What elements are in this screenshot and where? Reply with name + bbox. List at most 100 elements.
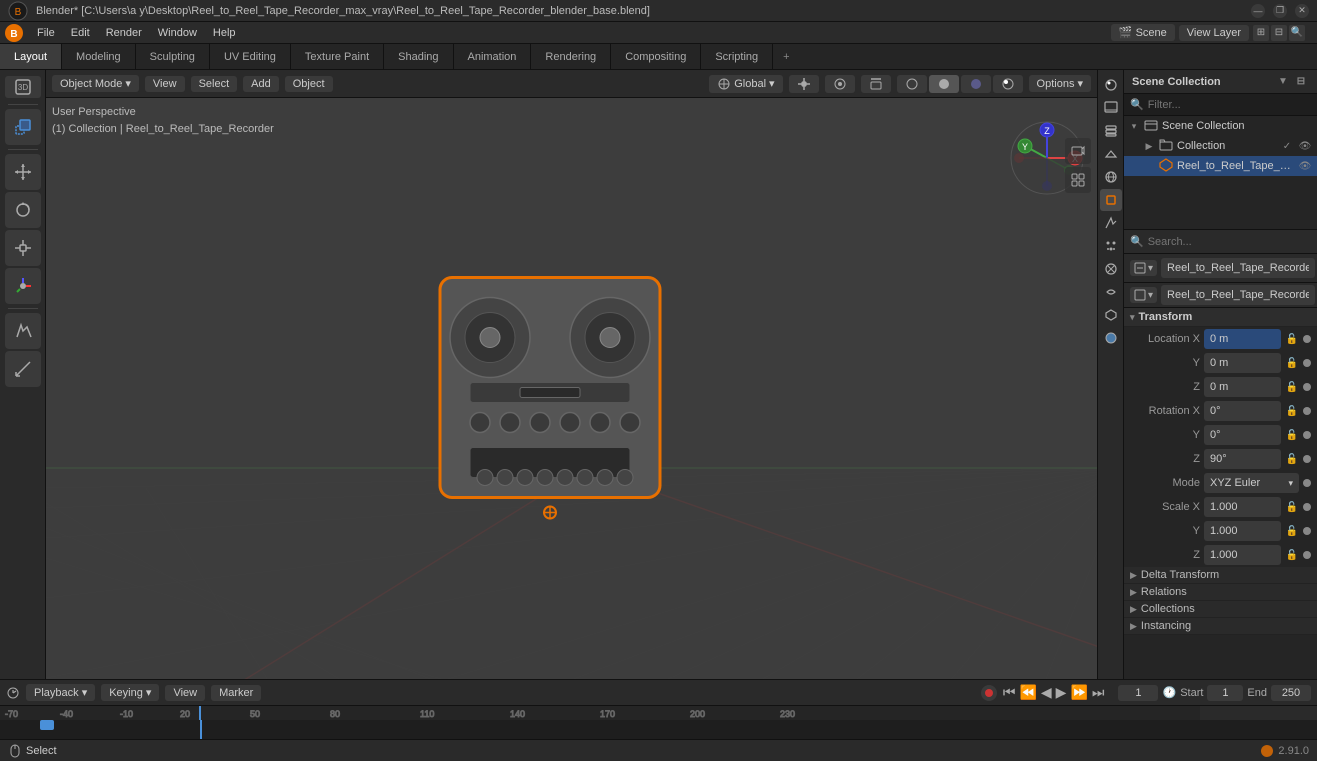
- end-frame-input[interactable]: 250: [1271, 685, 1311, 701]
- tab-animation[interactable]: Animation: [454, 44, 532, 69]
- location-x-value[interactable]: 0 m: [1204, 329, 1281, 349]
- measure-tool[interactable]: [5, 351, 41, 387]
- location-z-value[interactable]: 0 m: [1204, 377, 1281, 397]
- particles-props-button[interactable]: [1100, 235, 1122, 257]
- overlay-button[interactable]: [861, 75, 891, 93]
- outliner-search-input[interactable]: [1148, 99, 1311, 111]
- menu-edit[interactable]: Edit: [64, 25, 97, 41]
- scale-z-lock-icon[interactable]: 🔓: [1285, 548, 1299, 562]
- location-z-lock-icon[interactable]: 🔓: [1285, 380, 1299, 394]
- record-button[interactable]: [981, 685, 997, 701]
- tab-rendering[interactable]: Rendering: [531, 44, 611, 69]
- object-menu-button[interactable]: Object: [285, 76, 333, 92]
- transform-tool[interactable]: [5, 268, 41, 304]
- snap-button[interactable]: [789, 75, 819, 93]
- view-menu-button[interactable]: View: [145, 76, 185, 92]
- location-x-lock-icon[interactable]: 🔓: [1285, 332, 1299, 346]
- modifier-props-button[interactable]: [1100, 212, 1122, 234]
- solid-button[interactable]: [929, 75, 959, 93]
- layout-icon[interactable]: ⊟: [1271, 25, 1287, 41]
- physics-props-button[interactable]: [1100, 258, 1122, 280]
- mode-switcher[interactable]: 3D: [5, 76, 41, 98]
- outliner-toggle-icon[interactable]: ⊟: [1293, 74, 1309, 90]
- maximize-button[interactable]: ❐: [1273, 4, 1287, 18]
- rotation-x-lock-icon[interactable]: 🔓: [1285, 404, 1299, 418]
- view-menu-button-tl[interactable]: View: [165, 685, 205, 701]
- step-forward-button[interactable]: ⏩: [1070, 684, 1087, 701]
- play-reverse-button[interactable]: ◀: [1041, 684, 1052, 701]
- tab-texture-paint[interactable]: Texture Paint: [291, 44, 384, 69]
- rotate-tool[interactable]: [5, 192, 41, 228]
- toggle-quad-view-button[interactable]: [1065, 167, 1091, 193]
- scale-y-lock-icon[interactable]: 🔓: [1285, 524, 1299, 538]
- add-menu-button[interactable]: Add: [243, 76, 279, 92]
- obj-data-type-selector[interactable]: ▾: [1130, 287, 1157, 303]
- material-preview-button[interactable]: [961, 75, 991, 93]
- props-search-input[interactable]: [1148, 236, 1311, 248]
- tab-uv-editing[interactable]: UV Editing: [210, 44, 291, 69]
- current-frame-display[interactable]: 1: [1118, 685, 1158, 701]
- select-menu-button[interactable]: Select: [191, 76, 238, 92]
- view-layer-props-button[interactable]: [1100, 120, 1122, 142]
- rotation-z-lock-icon[interactable]: 🔓: [1285, 452, 1299, 466]
- location-y-lock-icon[interactable]: 🔓: [1285, 356, 1299, 370]
- render-props-button[interactable]: [1100, 74, 1122, 96]
- location-y-value[interactable]: 0 m: [1204, 353, 1281, 373]
- object-name-input[interactable]: [1161, 258, 1315, 278]
- rotation-x-value[interactable]: 0°: [1204, 401, 1281, 421]
- object-eye-button[interactable]: 👁: [1297, 158, 1313, 174]
- outliner-selected-object[interactable]: Reel_to_Reel_Tape_R... 👁: [1124, 156, 1317, 176]
- collection-eye-button[interactable]: 👁: [1297, 138, 1313, 154]
- view-layer-options-icon[interactable]: ⊞: [1253, 25, 1269, 41]
- minimize-button[interactable]: —: [1251, 4, 1265, 18]
- relations-header[interactable]: ▶ Relations: [1124, 584, 1317, 601]
- camera-view-button[interactable]: [1065, 138, 1091, 164]
- output-props-button[interactable]: [1100, 97, 1122, 119]
- collections-header[interactable]: ▶ Collections: [1124, 601, 1317, 618]
- object-mode-button[interactable]: Object Mode ▾: [52, 75, 139, 92]
- menu-window[interactable]: Window: [151, 25, 204, 41]
- start-frame-input[interactable]: 1: [1207, 685, 1243, 701]
- delta-transform-header[interactable]: ▶ Delta Transform: [1124, 567, 1317, 584]
- menu-help[interactable]: Help: [206, 25, 243, 41]
- obj-type-selector[interactable]: ▾: [1130, 260, 1157, 276]
- rendered-button[interactable]: [993, 75, 1023, 93]
- view-layer-selector[interactable]: View Layer: [1179, 25, 1249, 41]
- world-props-button[interactable]: [1100, 166, 1122, 188]
- mode-value[interactable]: XYZ Euler ▾: [1204, 473, 1299, 493]
- rotation-z-value[interactable]: 90°: [1204, 449, 1281, 469]
- step-back-button[interactable]: ⏪: [1019, 684, 1036, 701]
- scale-x-lock-icon[interactable]: 🔓: [1285, 500, 1299, 514]
- scene-selector[interactable]: 🎬 Scene: [1111, 24, 1175, 41]
- play-button[interactable]: ▶: [1056, 684, 1067, 701]
- tab-modeling[interactable]: Modeling: [62, 44, 136, 69]
- timeline-scrubber[interactable]: -70 -40 -10 20 50 80 110 140 170 200 230: [0, 706, 1317, 739]
- scale-x-value[interactable]: 1.000: [1204, 497, 1281, 517]
- material-props-button[interactable]: [1100, 327, 1122, 349]
- tab-compositing[interactable]: Compositing: [611, 44, 701, 69]
- add-workspace-button[interactable]: +: [773, 44, 799, 69]
- constraints-props-button[interactable]: [1100, 281, 1122, 303]
- options-button[interactable]: Options ▾: [1029, 75, 1091, 92]
- object-data-props-button[interactable]: [1100, 304, 1122, 326]
- rotation-y-lock-icon[interactable]: 🔓: [1285, 428, 1299, 442]
- object-data-name-input[interactable]: [1161, 285, 1315, 305]
- object-props-button[interactable]: [1100, 189, 1122, 211]
- proportional-edit-button[interactable]: [825, 75, 855, 93]
- tab-layout[interactable]: Layout: [0, 44, 62, 69]
- scale-y-value[interactable]: 1.000: [1204, 521, 1281, 541]
- transform-header[interactable]: ▾ Transform: [1124, 308, 1317, 327]
- collection-visibility-button[interactable]: ✓: [1279, 138, 1295, 154]
- viewport-canvas[interactable]: User Perspective (1) Collection | Reel_t…: [46, 98, 1097, 679]
- keying-menu-button[interactable]: Keying ▾: [101, 684, 159, 701]
- outliner-scene-collection[interactable]: ▾ Scene Collection: [1124, 116, 1317, 136]
- scale-z-value[interactable]: 1.000: [1204, 545, 1281, 565]
- tab-scripting[interactable]: Scripting: [701, 44, 773, 69]
- jump-start-button[interactable]: ⏮: [1003, 684, 1016, 701]
- close-button[interactable]: ✕: [1295, 4, 1309, 18]
- transform-orientation-button[interactable]: Global ▾: [709, 75, 782, 93]
- select-box-tool[interactable]: [5, 109, 41, 145]
- wireframe-button[interactable]: [897, 75, 927, 93]
- playback-menu-button[interactable]: Playback ▾: [26, 684, 95, 701]
- scene-props-button[interactable]: [1100, 143, 1122, 165]
